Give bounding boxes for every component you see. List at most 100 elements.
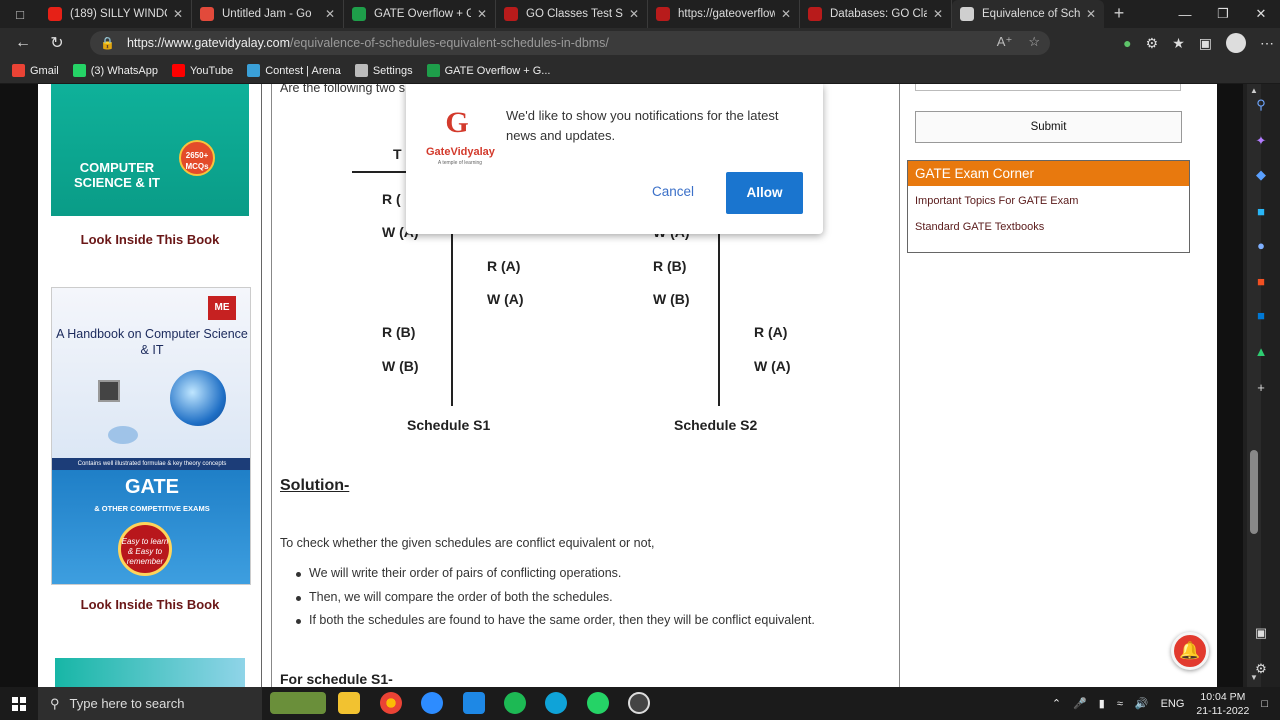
- sidebar-toggle-icon[interactable]: ▣: [1250, 624, 1272, 642]
- book2-seal: Easy to learn & Easy to remember: [118, 522, 172, 576]
- s2_ops-operation: W (B): [653, 291, 690, 307]
- add-icon[interactable]: +: [1250, 378, 1272, 396]
- browser-tab-6[interactable]: Equivalence of Schedu ✕: [952, 0, 1104, 28]
- sparkle-icon[interactable]: ✦: [1250, 132, 1272, 150]
- edge-icon[interactable]: [545, 692, 567, 714]
- notification-center-icon[interactable]: □: [1261, 698, 1268, 710]
- favorite-star-icon[interactable]: ☆: [1028, 34, 1040, 50]
- url-host: https://www.gatevidyalay.com: [126, 36, 290, 50]
- tab-label: https://gateoverflow.in: [678, 8, 775, 20]
- allow-button[interactable]: Allow: [726, 172, 803, 214]
- bookmark-icon: [354, 64, 368, 77]
- whatsapp-icon[interactable]: [587, 692, 609, 714]
- office-icon[interactable]: ■: [1250, 272, 1272, 290]
- bookmarks-bar: Gmail (3) WhatsApp YouTube Contest | Arena S…: [0, 58, 1280, 84]
- read-aloud-icon[interactable]: A⁺: [997, 34, 1013, 50]
- toolbox-icon[interactable]: ■: [1250, 202, 1272, 220]
- settings-icon[interactable]: ⚙: [1250, 660, 1272, 678]
- minimize-icon[interactable]: —: [1166, 0, 1204, 28]
- avatar[interactable]: [1226, 33, 1246, 53]
- puzzle-icon[interactable]: ⚙: [1146, 35, 1159, 52]
- link-standard-textbooks[interactable]: Standard GATE Textbooks: [915, 221, 1044, 233]
- mic-icon[interactable]: 🎤: [1073, 697, 1087, 710]
- schedule-s2-label: Schedule S2: [674, 417, 758, 433]
- back-icon[interactable]: ←: [6, 28, 40, 58]
- solution-paragraph: To check whether the given schedules are…: [280, 536, 655, 550]
- spotify-icon[interactable]: [504, 692, 526, 714]
- vscode-icon[interactable]: [463, 692, 485, 714]
- bookmark-item-1[interactable]: (3) WhatsApp: [72, 64, 158, 77]
- browser-tab-1[interactable]: Untitled Jam - Go ✕: [192, 0, 344, 28]
- left-sidebar: COMPUTER SCIENCE & IT 2650+ MCQs Look In…: [38, 84, 262, 687]
- restore-icon[interactable]: ❐: [1204, 0, 1242, 28]
- collections-icon[interactable]: ▣: [1199, 35, 1212, 52]
- tab-close-icon[interactable]: ✕: [1086, 7, 1096, 21]
- look-inside-link-2[interactable]: Look Inside This Book: [38, 597, 262, 612]
- close-window-icon[interactable]: ✕: [1242, 0, 1280, 28]
- chrome-icon[interactable]: [380, 692, 402, 714]
- scroll-thumb[interactable]: [1250, 450, 1258, 534]
- games-icon[interactable]: ●: [1250, 236, 1272, 254]
- outlook-icon[interactable]: ■: [1250, 306, 1272, 324]
- tab-close-icon[interactable]: ✕: [325, 7, 335, 21]
- refresh-icon[interactable]: ↻: [40, 28, 74, 58]
- zoom-icon[interactable]: [421, 692, 443, 714]
- tab-close-icon[interactable]: ✕: [933, 7, 943, 21]
- bookmark-icon: [171, 64, 185, 77]
- wifi-icon[interactable]: ≈: [1117, 698, 1123, 710]
- tab-close-icon[interactable]: ✕: [173, 7, 183, 21]
- taskbar-search[interactable]: ⚲ Type here to search: [38, 687, 262, 720]
- volume-icon[interactable]: 🔊: [1135, 697, 1149, 710]
- tab-close-icon[interactable]: ✕: [781, 7, 791, 21]
- tab-close-icon[interactable]: ✕: [477, 7, 487, 21]
- start-button[interactable]: [0, 687, 38, 720]
- bookmark-item-4[interactable]: Settings: [354, 64, 413, 77]
- notification-prompt: G GateVidyalay A temple of learning We'd…: [406, 84, 823, 234]
- tag-icon[interactable]: ◆: [1250, 166, 1272, 184]
- link-important-topics[interactable]: Important Topics For GATE Exam: [915, 195, 1078, 207]
- cancel-button[interactable]: Cancel: [644, 184, 702, 204]
- battery-icon[interactable]: ▮: [1099, 697, 1105, 710]
- bookmark-item-0[interactable]: Gmail: [12, 64, 59, 77]
- browser-tab-5[interactable]: Databases: GO Classes ✕: [800, 0, 952, 28]
- book-cover-cs[interactable]: COMPUTER SCIENCE & IT 2650+ MCQs: [51, 84, 249, 216]
- tab-close-icon[interactable]: ✕: [629, 7, 639, 21]
- chevron-up-icon[interactable]: ⌃: [1052, 697, 1061, 710]
- list-item: Then, we will compare the order of both …: [296, 590, 815, 614]
- web-page: COMPUTER SCIENCE & IT 2650+ MCQs Look In…: [0, 84, 1243, 687]
- timer-app-icon[interactable]: [628, 692, 650, 714]
- browser-tab-4[interactable]: https://gateoverflow.in ✕: [648, 0, 800, 28]
- language-indicator[interactable]: ENG: [1161, 698, 1185, 710]
- taskbar-widget-icon[interactable]: [270, 692, 326, 714]
- url-field[interactable]: 🔒 https://www.gatevidyalay.com/equivalen…: [90, 31, 1050, 55]
- s2_ops-operation: R (B): [653, 258, 687, 274]
- s1_ops-operation: W (B): [382, 358, 419, 374]
- submit-button[interactable]: Submit: [915, 111, 1182, 143]
- search-icon[interactable]: ⚲: [1250, 96, 1272, 114]
- file-explorer-icon[interactable]: [338, 692, 360, 714]
- form-input[interactable]: [915, 84, 1181, 91]
- book-cover-handbook[interactable]: ME A Handbook on Computer Science & IT C…: [51, 287, 251, 585]
- notification-bell-icon[interactable]: 🔔: [1171, 632, 1209, 670]
- bookmark-item-3[interactable]: Contest | Arena: [247, 64, 341, 77]
- browser-tab-2[interactable]: GATE Overflow + GO ✕: [344, 0, 496, 28]
- scroll-up-icon[interactable]: ▲: [1247, 86, 1261, 95]
- tab-actions-icon[interactable]: □: [0, 0, 40, 28]
- favorites-icon[interactable]: ★: [1172, 35, 1185, 52]
- article-content: Are the following two s T R (W (A) R (A) W…: [271, 84, 900, 687]
- bookmark-icon: [426, 64, 440, 77]
- browser-tab-0[interactable]: (189) SILLY WINDOW ✕: [40, 0, 192, 28]
- bookmark-item-5[interactable]: GATE Overflow + G...: [426, 64, 550, 77]
- bookmark-item-2[interactable]: YouTube: [171, 64, 233, 77]
- tab-label: (189) SILLY WINDOW: [70, 8, 167, 20]
- solution-heading: Solution-: [280, 477, 350, 494]
- clock[interactable]: 10:04 PM 21-11-2022: [1196, 690, 1249, 718]
- browser-tab-3[interactable]: GO Classes Test Series ✕: [496, 0, 648, 28]
- tree-icon[interactable]: ▲: [1250, 342, 1272, 360]
- book-cover-partial[interactable]: [55, 658, 245, 687]
- more-menu-icon[interactable]: ⋯: [1260, 35, 1274, 52]
- extension-icon[interactable]: ●: [1123, 35, 1131, 51]
- look-inside-link-1[interactable]: Look Inside This Book: [38, 232, 262, 247]
- tab-favicon-icon: [808, 7, 822, 21]
- new-tab-button[interactable]: +: [1104, 0, 1134, 28]
